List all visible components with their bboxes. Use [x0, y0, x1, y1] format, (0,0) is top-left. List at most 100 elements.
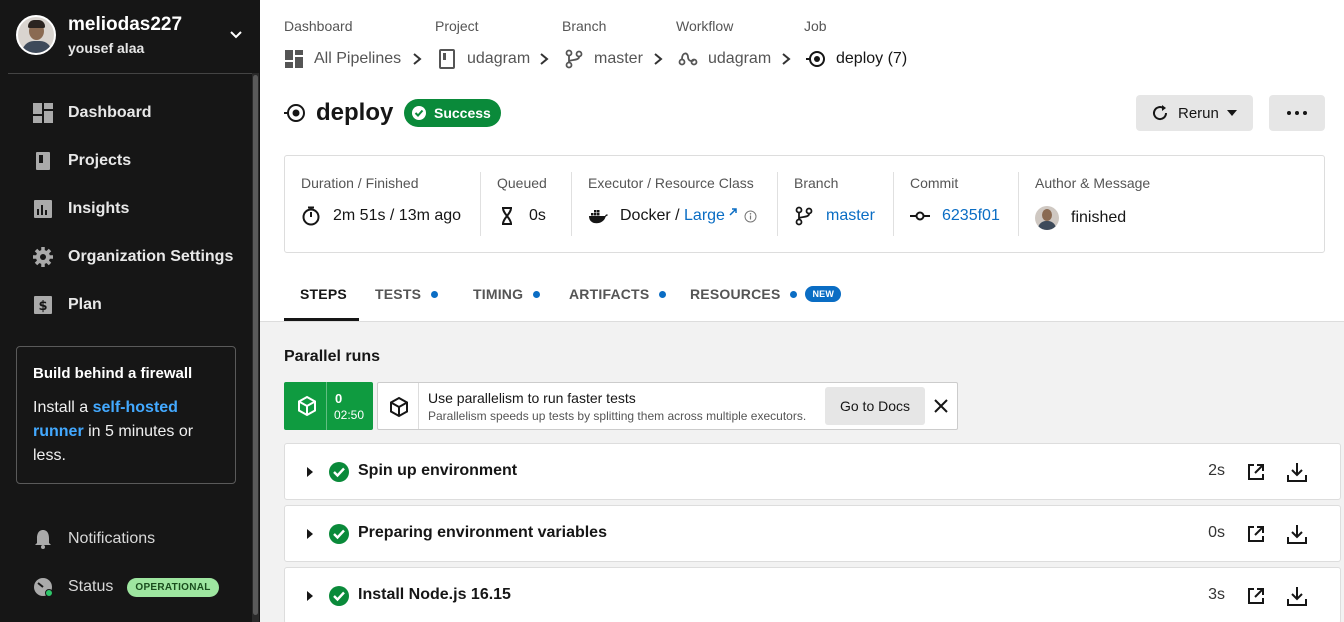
resource-class-link[interactable]: Large [684, 207, 725, 225]
check-circle-icon [329, 462, 349, 482]
tab-timing[interactable]: TIMING [473, 286, 541, 302]
gear-icon [33, 247, 53, 267]
sidebar: meliodas227 yousef alaa Dashboard Projec… [0, 0, 260, 622]
breadcrumb-job[interactable]: deploy (7) [806, 48, 907, 70]
breadcrumb-label-workflow: Workflow [676, 18, 734, 34]
step-row[interactable]: Spin up environment 2s [284, 443, 1341, 500]
go-to-docs-button[interactable]: Go to Docs [825, 387, 925, 425]
check-circle-icon [412, 106, 426, 120]
step-title: Spin up environment [358, 462, 518, 479]
breadcrumb-branch[interactable]: master [564, 48, 643, 70]
breadcrumb-label-job: Job [804, 18, 827, 34]
rerun-button[interactable]: Rerun [1136, 95, 1253, 131]
step-row[interactable]: Install Node.js 16.15 3s [284, 567, 1341, 622]
close-icon[interactable] [934, 399, 948, 413]
step-row[interactable]: Preparing environment variables 0s [284, 505, 1341, 562]
sidebar-item-projects[interactable]: Projects [32, 149, 131, 173]
branch-icon [565, 49, 583, 69]
chevron-right-icon [413, 53, 422, 65]
sidebar-divider [8, 73, 252, 74]
caret-right-icon[interactable] [307, 467, 313, 477]
open-in-new-icon[interactable] [1246, 524, 1266, 544]
parallel-runs-title: Parallel runs [284, 348, 381, 365]
sidebar-item-status[interactable]: Status OPERATIONAL [32, 575, 219, 599]
branch-link[interactable]: master [826, 207, 875, 225]
sidebar-scrollbar[interactable] [252, 73, 259, 622]
more-icon [1287, 111, 1307, 115]
download-icon[interactable] [1286, 523, 1308, 545]
step-duration: 3s [1208, 586, 1225, 603]
commit-link[interactable]: 6235f01 [942, 207, 1000, 225]
sidebar-item-label: Plan [68, 296, 102, 313]
step-title: Preparing environment variables [358, 524, 607, 541]
main-content: Dashboard Project Branch Workflow Job Al… [260, 0, 1344, 622]
download-icon[interactable] [1286, 461, 1308, 483]
check-circle-icon [329, 524, 349, 544]
tab-tests[interactable]: TESTS [375, 286, 439, 302]
caret-right-icon[interactable] [307, 529, 313, 539]
dollar-icon: $ [34, 296, 52, 314]
hourglass-icon [502, 207, 512, 225]
open-in-new-icon[interactable] [1246, 462, 1266, 482]
insights-icon [34, 200, 52, 218]
sidebar-item-label: Organization Settings [68, 248, 234, 265]
branch-icon [795, 206, 813, 226]
bell-icon [35, 530, 51, 549]
docker-icon [589, 210, 608, 224]
new-dot [659, 290, 667, 298]
parallel-run-index: 0 [335, 391, 343, 406]
caret-right-icon[interactable] [307, 591, 313, 601]
tab-resources[interactable]: RESOURCES NEW [690, 286, 842, 302]
job-tabs: STEPS TESTS TIMING ARTIFACTS RESOURCES NE… [260, 270, 1344, 322]
sidebar-item-label: Projects [68, 152, 132, 169]
status-badge: OPERATIONAL [127, 577, 219, 597]
username: meliodas227 [68, 14, 183, 35]
breadcrumb-label-project: Project [435, 18, 479, 34]
avatar [1035, 206, 1059, 230]
info-icon[interactable] [744, 210, 757, 223]
tab-steps[interactable]: STEPS [300, 286, 347, 302]
tab-artifacts[interactable]: ARTIFACTS [569, 286, 667, 302]
sidebar-item-dashboard[interactable]: Dashboard [32, 101, 152, 125]
sidebar-item-notifications[interactable]: Notifications [32, 527, 155, 551]
new-dot [431, 290, 439, 298]
cube-icon [298, 395, 316, 417]
project-icon [439, 49, 455, 69]
projects-icon [36, 152, 50, 170]
svg-text:$: $ [38, 299, 47, 314]
banner-subtitle: Parallelism speeds up tests by splitting… [428, 409, 807, 423]
rerun-icon [1153, 105, 1168, 121]
more-options-button[interactable] [1269, 95, 1325, 131]
breadcrumb-label-dashboard: Dashboard [284, 18, 353, 34]
cube-icon [390, 396, 408, 418]
breadcrumb-all-pipelines[interactable]: All Pipelines [284, 48, 401, 70]
parallelism-banner: Use parallelism to run faster tests Para… [377, 382, 958, 430]
sidebar-item-insights[interactable]: Insights [32, 197, 129, 221]
chevron-down-icon[interactable] [228, 26, 244, 42]
user-menu[interactable]: meliodas227 yousef alaa [16, 14, 252, 56]
page-title: deploy [284, 98, 393, 128]
new-badge: NEW [805, 286, 842, 302]
check-circle-icon [329, 586, 349, 606]
breadcrumb-project[interactable]: udagram [437, 48, 530, 70]
sidebar-item-plan[interactable]: $ Plan [32, 293, 102, 317]
chevron-right-icon [654, 53, 663, 65]
status-gauge-icon [34, 578, 53, 597]
parallel-run-0[interactable]: 0 02:50 [284, 382, 373, 430]
active-tab-indicator [284, 318, 359, 321]
breadcrumb-label-branch: Branch [562, 18, 607, 34]
promo-title: Build behind a firewall [33, 365, 193, 382]
sidebar-item-label: Dashboard [68, 104, 152, 121]
download-icon[interactable] [1286, 585, 1308, 607]
banner-title: Use parallelism to run faster tests [428, 390, 636, 406]
breadcrumb-workflow[interactable]: udagram [678, 48, 771, 70]
caret-down-icon [1226, 110, 1237, 116]
step-duration: 2s [1208, 462, 1225, 479]
new-dot [533, 290, 541, 298]
dashboard-icon [285, 50, 303, 68]
open-in-new-icon[interactable] [1246, 586, 1266, 606]
external-link-icon [729, 208, 737, 216]
promo-card: Build behind a firewall Install a self-h… [16, 346, 236, 484]
sidebar-item-organization-settings[interactable]: Organization Settings [32, 245, 233, 269]
status-badge: Success [404, 99, 501, 127]
